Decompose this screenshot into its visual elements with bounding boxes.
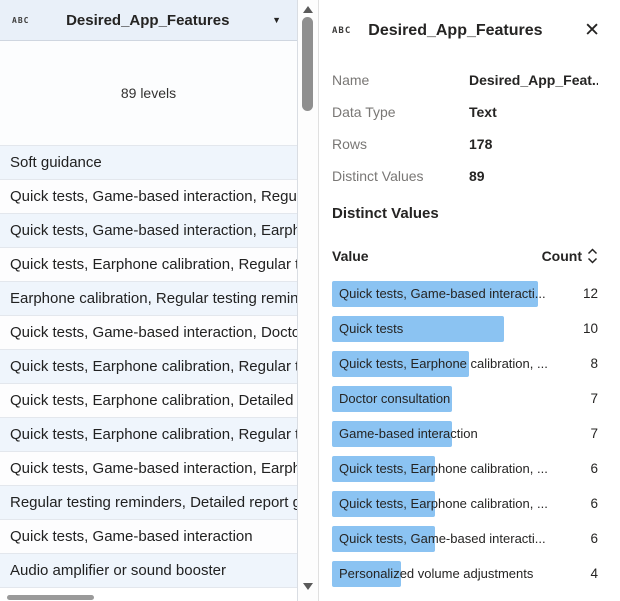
list-item[interactable]: Quick tests, Game-based interaction, Reg… xyxy=(0,180,297,214)
count-column-header-label: Count xyxy=(542,248,582,264)
table-row[interactable]: Quick tests, Game-based interacti... 12 xyxy=(332,277,598,312)
count-cell: 6 xyxy=(590,522,598,556)
count-cell: 12 xyxy=(583,277,598,311)
field-data-type: Data Type Text xyxy=(332,96,598,128)
list-item[interactable]: Quick tests, Game-based interaction, Ear… xyxy=(0,452,297,486)
table-row[interactable]: Personalized volume adjustments 4 xyxy=(332,557,598,592)
column-title: Desired_App_Features xyxy=(29,12,266,29)
close-icon[interactable]: ✕ xyxy=(582,19,602,42)
distinct-values-table-header: Value Count xyxy=(332,248,598,264)
list-item[interactable]: Quick tests, Earphone calibration, Regul… xyxy=(0,350,297,384)
sort-up-down-icon[interactable] xyxy=(587,248,598,264)
field-label: Distinct Values xyxy=(332,168,469,184)
value-list: Soft guidanceQuick tests, Game-based int… xyxy=(0,146,297,588)
count-column-header[interactable]: Count xyxy=(542,248,598,264)
field-value: Text xyxy=(469,104,497,120)
abc-text-type-icon: ABC xyxy=(12,16,29,25)
value-cell: Quick tests xyxy=(332,312,598,346)
scroll-down-arrow-icon[interactable] xyxy=(298,579,318,593)
field-rows: Rows 178 xyxy=(332,128,598,160)
table-row[interactable]: Quick tests, Game-based interacti... 6 xyxy=(332,522,598,557)
levels-summary-box: 89 levels xyxy=(0,41,297,146)
value-cell: Quick tests, Earphone calibration, ... xyxy=(332,487,598,521)
column-preview-panel: ABC Desired_App_Features ▼ 89 levels Sof… xyxy=(0,0,318,601)
field-label: Name xyxy=(332,72,469,88)
column-profile-view: ABC Desired_App_Features ▼ 89 levels Sof… xyxy=(0,0,620,601)
list-item[interactable]: Quick tests, Earphone calibration, Regul… xyxy=(0,418,297,452)
list-item[interactable]: Quick tests, Game-based interaction xyxy=(0,520,297,554)
table-row[interactable]: Quick tests, Earphone calibration, ... 6 xyxy=(332,452,598,487)
column-details-panel: ABC Desired_App_Features ✕ Name Desired_… xyxy=(318,0,620,601)
value-cell: Quick tests, Earphone calibration, ... xyxy=(332,347,598,381)
list-item[interactable]: Quick tests, Game-based interaction, Ear… xyxy=(0,214,297,248)
value-cell: Quick tests, Earphone calibration, ... xyxy=(332,452,598,486)
count-cell: 4 xyxy=(590,557,598,591)
distinct-values-table: Quick tests, Game-based interacti... 12 … xyxy=(332,277,598,592)
scroll-up-arrow-icon[interactable] xyxy=(298,2,318,16)
count-cell: 6 xyxy=(590,487,598,521)
field-label: Data Type xyxy=(332,104,469,120)
value-cell: Game-based interaction xyxy=(332,417,598,451)
field-name: Name Desired_App_Feat... xyxy=(332,64,598,96)
count-cell: 7 xyxy=(590,417,598,451)
abc-text-type-icon: ABC xyxy=(332,26,351,36)
vertical-scrollbar-thumb[interactable] xyxy=(302,17,313,111)
list-item[interactable]: Audio amplifier or sound booster xyxy=(0,554,297,588)
list-item[interactable]: Quick tests, Earphone calibration, Detai… xyxy=(0,384,297,418)
field-distinct-values: Distinct Values 89 xyxy=(332,160,598,192)
count-cell: 10 xyxy=(583,312,598,346)
column-preview-content: ABC Desired_App_Features ▼ 89 levels Sof… xyxy=(0,0,298,601)
count-cell: 7 xyxy=(590,382,598,416)
table-row[interactable]: Quick tests 10 xyxy=(332,312,598,347)
vertical-scrollbar[interactable] xyxy=(298,0,318,601)
field-value: 89 xyxy=(469,168,485,184)
column-header[interactable]: ABC Desired_App_Features ▼ xyxy=(0,0,297,41)
list-item[interactable]: Quick tests, Earphone calibration, Regul… xyxy=(0,248,297,282)
distinct-values-section-title: Distinct Values xyxy=(332,205,598,222)
horizontal-scrollbar-thumb[interactable] xyxy=(7,595,94,600)
field-value: Desired_App_Feat... xyxy=(469,72,598,88)
list-item[interactable]: Soft guidance xyxy=(0,146,297,180)
list-item[interactable]: Quick tests, Game-based interaction, Doc… xyxy=(0,316,297,350)
details-title: Desired_App_Features xyxy=(368,22,582,40)
value-column-header: Value xyxy=(332,248,542,264)
list-item[interactable]: Regular testing reminders, Detailed repo… xyxy=(0,486,297,520)
levels-summary-text: 89 levels xyxy=(121,85,176,101)
table-row[interactable]: Doctor consultation 7 xyxy=(332,382,598,417)
table-row[interactable]: Game-based interaction 7 xyxy=(332,417,598,452)
chevron-down-icon[interactable]: ▼ xyxy=(266,13,287,27)
table-row[interactable]: Quick tests, Earphone calibration, ... 8 xyxy=(332,347,598,382)
list-item[interactable]: Earphone calibration, Regular testing re… xyxy=(0,282,297,316)
count-cell: 8 xyxy=(590,347,598,381)
field-value: 178 xyxy=(469,136,492,152)
value-cell: Quick tests, Game-based interacti... xyxy=(332,522,598,556)
value-cell: Quick tests, Game-based interacti... xyxy=(332,277,598,311)
value-cell: Personalized volume adjustments xyxy=(332,557,598,591)
summary-fields: Name Desired_App_Feat... Data Type Text … xyxy=(332,64,598,192)
details-header: ABC Desired_App_Features ✕ xyxy=(332,0,598,42)
value-cell: Doctor consultation xyxy=(332,382,598,416)
field-label: Rows xyxy=(332,136,469,152)
table-row[interactable]: Quick tests, Earphone calibration, ... 6 xyxy=(332,487,598,522)
horizontal-scrollbar[interactable] xyxy=(0,595,298,601)
count-cell: 6 xyxy=(590,452,598,486)
